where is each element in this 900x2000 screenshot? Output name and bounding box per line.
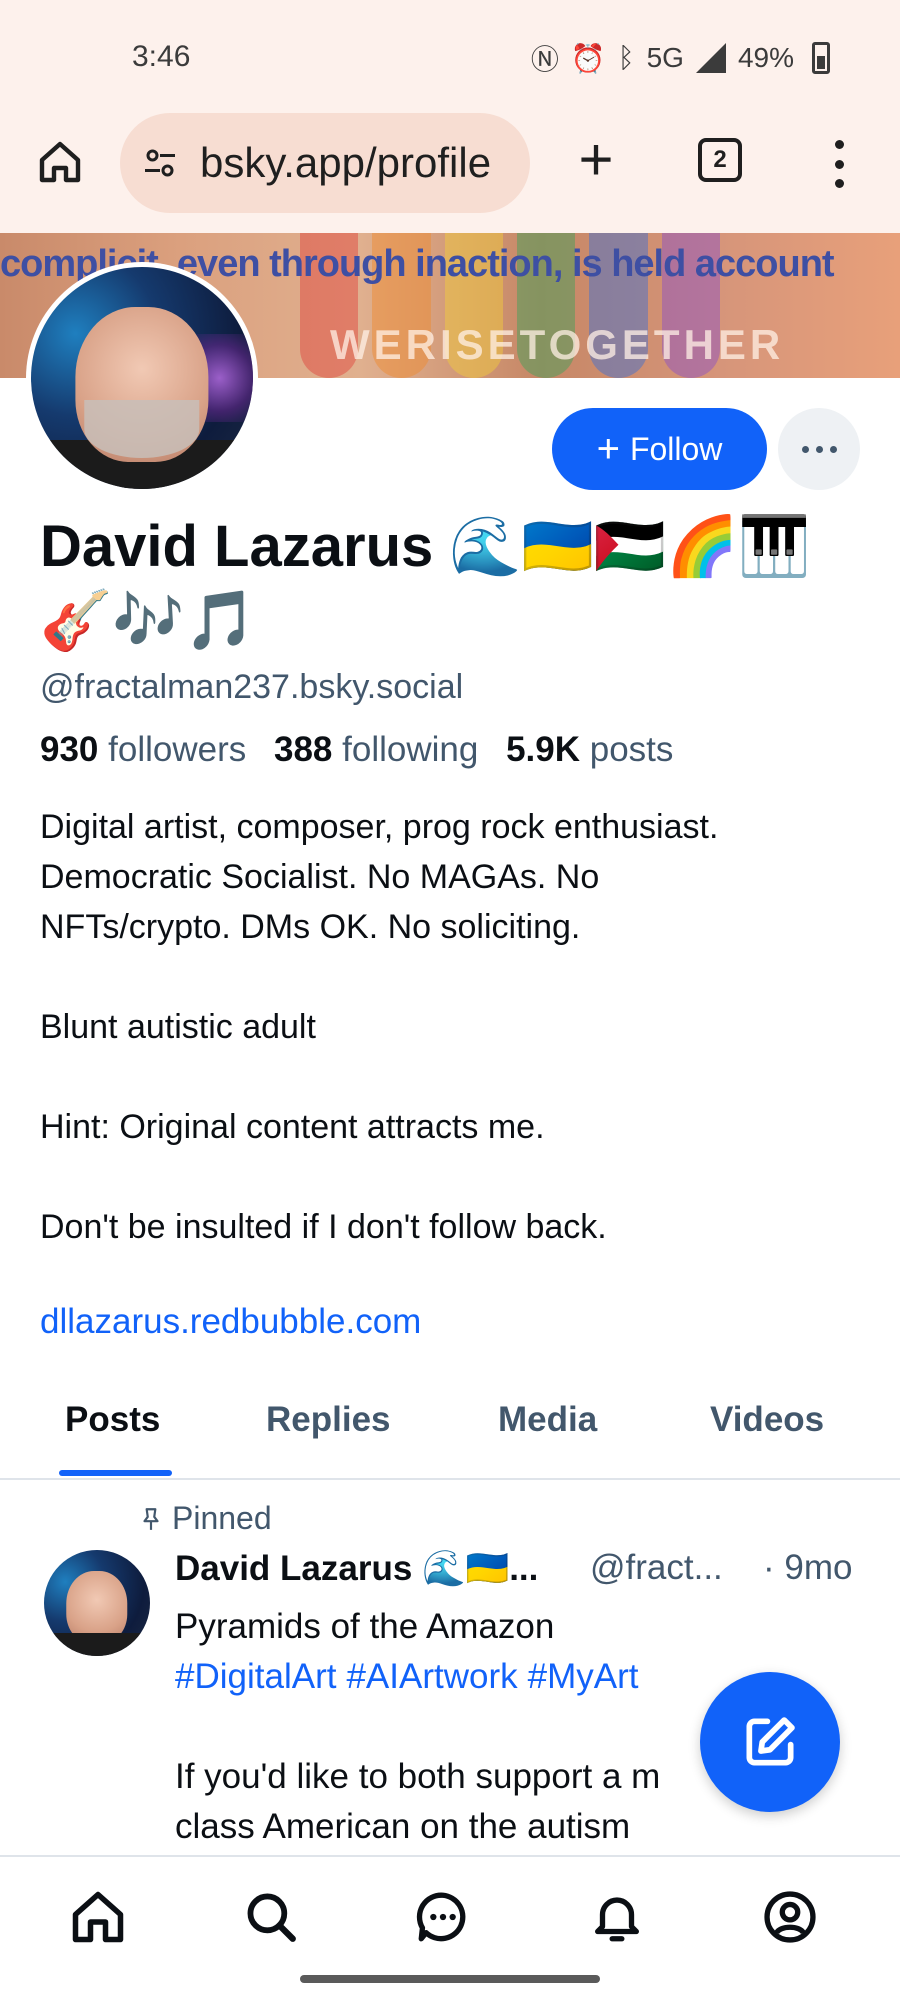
banner-text-bottom: WERISETOGETHER: [330, 321, 785, 368]
pinned-indicator: Pinned: [138, 1500, 272, 1537]
battery-percent: 49%: [737, 42, 794, 73]
status-time: 3:46: [132, 40, 191, 73]
nav-notifications[interactable]: [587, 1887, 647, 1947]
compose-icon: [746, 1717, 795, 1766]
new-tab-button[interactable]: +: [566, 130, 626, 192]
status-bar: 3:46 Ⓝ ⏰ ᛒ 5G 49%: [0, 0, 900, 115]
bell-icon: [595, 1897, 639, 1942]
browser-chrome: 3:46 Ⓝ ⏰ ᛒ 5G 49% bsky.app/profile + 2: [0, 0, 900, 233]
hashtag-link[interactable]: #MyArt: [528, 1657, 639, 1696]
signal-icon: [695, 43, 726, 73]
tab-videos[interactable]: Videos: [710, 1400, 824, 1440]
post-spacer: [175, 1702, 715, 1752]
tab-posts[interactable]: Posts: [65, 1400, 160, 1440]
pin-icon: [143, 1507, 159, 1530]
post-author-avatar[interactable]: [44, 1550, 150, 1656]
browser-menu-button[interactable]: [824, 140, 854, 188]
tune-icon[interactable]: [140, 145, 180, 181]
active-tab-indicator: [59, 1470, 172, 1476]
bio-line: [40, 1152, 870, 1202]
nav-profile[interactable]: [760, 1887, 820, 1947]
follow-label: Follow: [629, 430, 723, 467]
plus-icon: +: [596, 427, 620, 471]
nav-search[interactable]: [241, 1887, 301, 1947]
profile-bio: Digital artist, composer, prog rock enth…: [40, 802, 870, 1252]
bluetooth-icon: ᛒ: [617, 42, 635, 73]
hashtag-link[interactable]: #DigitalArt: [175, 1657, 336, 1696]
profile-display-name: David Lazarus 🌊🇺🇦🇵🇸🌈🎹🎸🎶🎵: [40, 514, 811, 653]
network-type: 5G: [646, 42, 684, 73]
bio-line: Hint: Original content attracts me.: [40, 1108, 545, 1146]
home-icon: [72, 1891, 124, 1943]
bio-line: Democratic Socialist. No MAGAs. No: [40, 858, 600, 896]
bio-line: Don't be insulted if I don't follow back…: [40, 1208, 607, 1246]
bottom-navigation: [0, 1855, 900, 2000]
browser-home-button[interactable]: [30, 132, 90, 192]
tab-media[interactable]: Media: [498, 1400, 597, 1440]
post-header: David Lazarus 🌊🇺🇦... @fract... · 9mo: [175, 1548, 875, 1589]
home-icon: [39, 141, 81, 183]
bio-line: [40, 1052, 870, 1102]
chat-icon: [416, 1892, 466, 1942]
post-text-line: Pyramids of the Amazon: [175, 1607, 555, 1646]
nav-chat[interactable]: [413, 1887, 473, 1947]
pinned-label: Pinned: [172, 1500, 272, 1536]
posts-count: 5.9K posts: [506, 730, 674, 769]
plus-icon: +: [578, 126, 614, 193]
post-hashtags: #DigitalArt #AIArtwork #MyArt: [175, 1652, 715, 1702]
tab-replies[interactable]: Replies: [266, 1400, 391, 1440]
follow-button[interactable]: + Follow: [552, 408, 767, 490]
profile-website-link[interactable]: dllazarus.redbubble.com: [40, 1302, 421, 1342]
followers-link[interactable]: 930 followers: [40, 730, 246, 769]
profile-icon: [764, 1891, 816, 1943]
tab-switcher-button[interactable]: 2: [698, 138, 742, 182]
profile-more-button[interactable]: [778, 408, 860, 490]
profile-stats: 930 followers 388 following 5.9K posts: [40, 730, 673, 770]
post-body[interactable]: Pyramids of the Amazon #DigitalArt #AIArt…: [175, 1602, 715, 1852]
profile-handle: @fractalman237.bsky.social: [40, 668, 464, 706]
nav-home[interactable]: [68, 1887, 128, 1947]
nfc-icon: Ⓝ: [530, 44, 559, 75]
compose-button[interactable]: [700, 1672, 840, 1812]
bio-line: NFTs/crypto. DMs OK. No soliciting.: [40, 908, 581, 946]
profile-avatar[interactable]: [26, 262, 258, 494]
address-bar[interactable]: bsky.app/profile: [120, 113, 530, 213]
post-text-line: class American on the autism: [175, 1807, 631, 1846]
profile-tabs: Posts Replies Media Videos: [0, 1390, 900, 1480]
url-text[interactable]: bsky.app/profile: [200, 139, 491, 187]
bio-line: [40, 952, 870, 1002]
status-icons: Ⓝ ⏰ ᛒ 5G 49%: [531, 38, 830, 78]
post-timestamp[interactable]: · 9mo: [763, 1548, 852, 1588]
following-link[interactable]: 388 following: [274, 730, 478, 769]
gesture-bar[interactable]: [300, 1975, 600, 1983]
url-row: bsky.app/profile + 2: [0, 110, 900, 213]
more-vert-icon: [834, 140, 844, 149]
search-icon: [247, 1893, 296, 1942]
bio-line: Digital artist, composer, prog rock enth…: [40, 808, 719, 846]
alarm-icon: ⏰: [570, 42, 606, 74]
more-horiz-icon: [801, 445, 809, 453]
post-text-line: If you'd like to both support a m: [175, 1757, 661, 1796]
battery-icon: [812, 42, 830, 74]
hashtag-link[interactable]: #AIArtwork: [346, 1657, 517, 1696]
post-author-handle[interactable]: @fract...: [590, 1548, 723, 1588]
bio-line: Blunt autistic adult: [40, 1008, 316, 1046]
post-author-name[interactable]: David Lazarus 🌊🇺🇦...: [175, 1549, 538, 1588]
